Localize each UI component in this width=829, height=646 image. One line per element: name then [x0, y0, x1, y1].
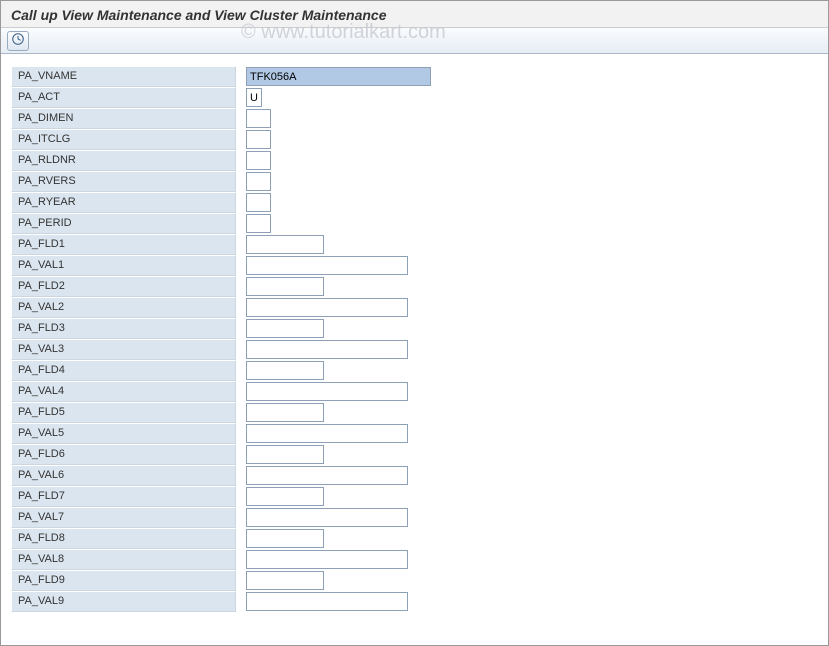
field-row: PA_VNAME	[1, 66, 828, 87]
field-input-pa_fld6[interactable]	[246, 445, 324, 464]
field-input-pa_val6[interactable]	[246, 466, 408, 485]
field-row: PA_FLD7	[1, 486, 828, 507]
field-label: PA_VAL4	[11, 381, 236, 402]
toolbar	[1, 28, 828, 54]
field-row: PA_FLD6	[1, 444, 828, 465]
field-label: PA_VAL2	[11, 297, 236, 318]
field-input-pa_act[interactable]	[246, 88, 262, 107]
field-row: PA_VAL9	[1, 591, 828, 612]
field-row: PA_VAL8	[1, 549, 828, 570]
field-label: PA_FLD7	[11, 486, 236, 507]
field-input-pa_fld8[interactable]	[246, 529, 324, 548]
field-row: PA_RLDNR	[1, 150, 828, 171]
field-row: PA_FLD4	[1, 360, 828, 381]
field-label: PA_RVERS	[11, 171, 236, 192]
field-row: PA_VAL5	[1, 423, 828, 444]
selection-screen: PA_VNAMEPA_ACTPA_DIMENPA_ITCLGPA_RLDNRPA…	[1, 54, 828, 612]
field-input-pa_ryear[interactable]	[246, 193, 271, 212]
field-row: PA_VAL4	[1, 381, 828, 402]
field-row: PA_PERID	[1, 213, 828, 234]
field-label: PA_ITCLG	[11, 129, 236, 150]
field-input-pa_fld7[interactable]	[246, 487, 324, 506]
field-label: PA_VAL6	[11, 465, 236, 486]
field-label: PA_VAL3	[11, 339, 236, 360]
field-input-pa_rvers[interactable]	[246, 172, 271, 191]
field-input-pa_rldnr[interactable]	[246, 151, 271, 170]
field-label: PA_DIMEN	[11, 108, 236, 129]
field-row: PA_ITCLG	[1, 129, 828, 150]
field-input-pa_val8[interactable]	[246, 550, 408, 569]
field-input-pa_val3[interactable]	[246, 340, 408, 359]
field-row: PA_FLD3	[1, 318, 828, 339]
field-label: PA_VNAME	[11, 66, 236, 87]
field-input-pa_val9[interactable]	[246, 592, 408, 611]
field-input-pa_val1[interactable]	[246, 256, 408, 275]
field-input-pa_fld1[interactable]	[246, 235, 324, 254]
field-input-pa_fld3[interactable]	[246, 319, 324, 338]
field-label: PA_FLD1	[11, 234, 236, 255]
field-row: PA_FLD5	[1, 402, 828, 423]
field-input-pa_dimen[interactable]	[246, 109, 271, 128]
field-label: PA_FLD9	[11, 570, 236, 591]
field-row: PA_ACT	[1, 87, 828, 108]
field-label: PA_FLD8	[11, 528, 236, 549]
field-row: PA_RVERS	[1, 171, 828, 192]
field-input-pa_val2[interactable]	[246, 298, 408, 317]
execute-button[interactable]	[7, 31, 29, 51]
field-label: PA_ACT	[11, 87, 236, 108]
field-row: PA_DIMEN	[1, 108, 828, 129]
clock-execute-icon	[11, 32, 25, 49]
field-row: PA_VAL1	[1, 255, 828, 276]
field-label: PA_FLD5	[11, 402, 236, 423]
field-label: PA_VAL7	[11, 507, 236, 528]
field-row: PA_FLD1	[1, 234, 828, 255]
field-label: PA_RLDNR	[11, 150, 236, 171]
field-input-pa_val7[interactable]	[246, 508, 408, 527]
field-row: PA_VAL7	[1, 507, 828, 528]
field-input-pa_fld2[interactable]	[246, 277, 324, 296]
field-label: PA_PERID	[11, 213, 236, 234]
field-input-pa_itclg[interactable]	[246, 130, 271, 149]
field-row: PA_VAL3	[1, 339, 828, 360]
page-title: Call up View Maintenance and View Cluste…	[1, 1, 828, 28]
field-label: PA_FLD2	[11, 276, 236, 297]
field-input-pa_val4[interactable]	[246, 382, 408, 401]
field-label: PA_VAL1	[11, 255, 236, 276]
field-label: PA_FLD3	[11, 318, 236, 339]
field-row: PA_FLD2	[1, 276, 828, 297]
field-label: PA_VAL5	[11, 423, 236, 444]
field-row: PA_VAL2	[1, 297, 828, 318]
field-row: PA_RYEAR	[1, 192, 828, 213]
field-label: PA_VAL8	[11, 549, 236, 570]
field-input-pa_perid[interactable]	[246, 214, 271, 233]
field-input-pa_fld4[interactable]	[246, 361, 324, 380]
field-label: PA_RYEAR	[11, 192, 236, 213]
field-input-pa_vname[interactable]	[246, 67, 431, 86]
field-input-pa_fld5[interactable]	[246, 403, 324, 422]
field-input-pa_fld9[interactable]	[246, 571, 324, 590]
field-label: PA_FLD4	[11, 360, 236, 381]
field-label: PA_VAL9	[11, 591, 236, 612]
field-input-pa_val5[interactable]	[246, 424, 408, 443]
field-row: PA_VAL6	[1, 465, 828, 486]
field-row: PA_FLD9	[1, 570, 828, 591]
field-row: PA_FLD8	[1, 528, 828, 549]
field-label: PA_FLD6	[11, 444, 236, 465]
